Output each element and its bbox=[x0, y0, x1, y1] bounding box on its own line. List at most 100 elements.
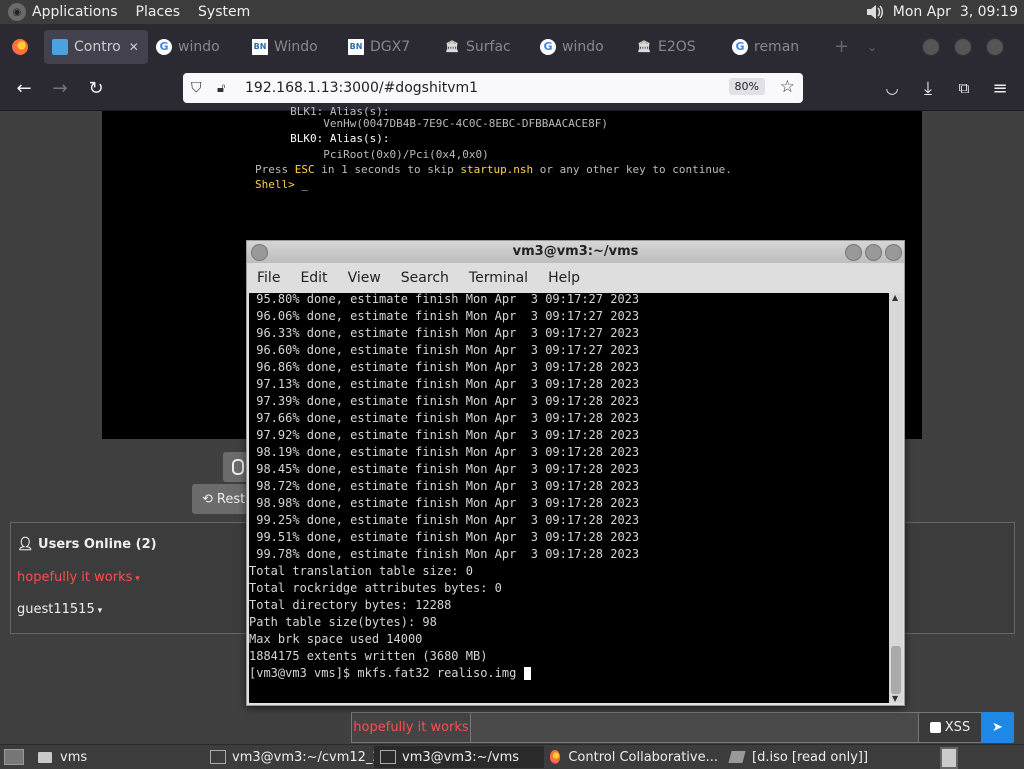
close-window-button[interactable] bbox=[986, 38, 1004, 56]
menu-places[interactable]: Places bbox=[136, 4, 181, 20]
terminal-line: 98.98% done, estimate finish Mon Apr 3 0… bbox=[249, 496, 640, 510]
task-terminal-vms[interactable]: vm3@vm3:~/vms bbox=[374, 746, 544, 768]
maximize-button[interactable] bbox=[865, 244, 882, 261]
menu-edit[interactable]: Edit bbox=[300, 270, 327, 286]
task-diso[interactable]: [d.iso [read only]] bbox=[724, 746, 936, 768]
vm-line: PciRoot(0x0)/Pci(0x4,0x0) bbox=[257, 148, 489, 161]
terminal-line: Max brk space used 14000 bbox=[249, 632, 423, 646]
terminal-line: 97.39% done, estimate finish Mon Apr 3 0… bbox=[249, 394, 640, 408]
pocket-icon[interactable]: ◡ bbox=[880, 76, 904, 100]
scrollbar-thumb[interactable] bbox=[891, 646, 901, 694]
tab-library-2[interactable]: 🏛 E2OS bbox=[628, 30, 724, 64]
back-icon[interactable]: ← bbox=[12, 76, 36, 100]
vm-press-line: Press ESC in 1 seconds to skip startup.n… bbox=[255, 163, 732, 176]
menu-search[interactable]: Search bbox=[401, 270, 449, 286]
minimize-button[interactable] bbox=[845, 244, 862, 261]
terminal-output[interactable]: 95.80% done, estimate finish Mon Apr 3 0… bbox=[249, 293, 889, 703]
distro-logo-icon[interactable]: ◉ bbox=[8, 3, 26, 21]
disk-icon bbox=[728, 751, 746, 763]
new-tab-icon[interactable]: + bbox=[834, 36, 849, 57]
reset-button[interactable]: ⟲ Rest bbox=[192, 484, 252, 514]
menu-file[interactable]: File bbox=[257, 270, 280, 286]
shield-icon[interactable]: ⛉ bbox=[191, 80, 209, 96]
tab-google-2[interactable]: G windo bbox=[532, 30, 628, 64]
hamburger-menu-icon[interactable]: ≡ bbox=[988, 76, 1012, 100]
terminal-line: Total directory bytes: 12288 bbox=[249, 598, 452, 612]
tab-label: DGX7 bbox=[370, 38, 411, 55]
google-icon: G bbox=[540, 38, 556, 55]
menu-terminal[interactable]: Terminal bbox=[469, 270, 528, 286]
send-button[interactable]: ➤ bbox=[981, 712, 1014, 743]
vm-startup: startup.nsh bbox=[460, 163, 534, 176]
task-firefox[interactable]: Control Collaborative... bbox=[544, 746, 724, 768]
tab-label: windo bbox=[562, 38, 604, 55]
tab-bn-1[interactable]: BN Windo bbox=[244, 30, 340, 64]
terminal-line: 96.06% done, estimate finish Mon Apr 3 0… bbox=[249, 309, 640, 323]
tab-bn-2[interactable]: BN DGX7 bbox=[340, 30, 436, 64]
window-menu-button[interactable] bbox=[251, 244, 268, 261]
menu-help[interactable]: Help bbox=[548, 270, 580, 286]
terminal-line: 96.33% done, estimate finish Mon Apr 3 0… bbox=[249, 326, 640, 340]
terminal-scrollbar[interactable]: ▲ ▼ bbox=[889, 293, 903, 703]
chat-message-input[interactable] bbox=[470, 712, 919, 743]
download-icon[interactable]: ⤓ bbox=[916, 76, 940, 100]
menu-applications[interactable]: Applications bbox=[32, 4, 118, 20]
user-name: guest11515 bbox=[17, 602, 95, 617]
chevron-down-icon[interactable]: ⌄ bbox=[867, 40, 877, 54]
user-item[interactable]: hopefully it works ▾ bbox=[17, 570, 140, 585]
minimize-button[interactable] bbox=[922, 38, 940, 56]
users-online-panel: 👤︎ Users Online (2) hopefully it works ▾… bbox=[10, 522, 247, 634]
vm-text: or any other key to continue. bbox=[533, 163, 732, 176]
tab-label: windo bbox=[178, 38, 220, 55]
firefox-icon bbox=[550, 750, 561, 764]
url-text[interactable]: 192.168.1.13:3000/#dogshitvm1 bbox=[245, 80, 478, 96]
scroll-down-icon[interactable]: ▼ bbox=[892, 694, 898, 703]
menu-system[interactable]: System bbox=[198, 4, 250, 20]
tab-strip: Contro ✕ G windo BN Windo BN DGX7 🏛 Surf… bbox=[0, 25, 1024, 68]
tab-label: Windo bbox=[274, 38, 318, 55]
maximize-button[interactable] bbox=[954, 38, 972, 56]
bn-icon: BN bbox=[252, 38, 268, 55]
tab-google-3[interactable]: G reman bbox=[724, 30, 820, 64]
tab-google-1[interactable]: G windo bbox=[148, 30, 244, 64]
clock[interactable]: Mon Apr 3, 09:19 bbox=[893, 4, 1018, 20]
terminal-line: 98.45% done, estimate finish Mon Apr 3 0… bbox=[249, 462, 640, 476]
reset-label: Rest bbox=[216, 491, 246, 507]
forward-icon[interactable]: → bbox=[48, 76, 72, 100]
speaker-icon[interactable] bbox=[865, 4, 885, 20]
checkbox[interactable] bbox=[929, 722, 941, 733]
task-vms[interactable]: vms bbox=[32, 746, 204, 768]
chat-username-button[interactable]: hopefully it works bbox=[351, 712, 471, 743]
task-label: vm3@vm3:~/vms bbox=[402, 749, 520, 765]
menu-view[interactable]: View bbox=[348, 270, 381, 286]
show-desktop-icon[interactable] bbox=[4, 749, 24, 765]
close-icon[interactable]: ✕ bbox=[129, 40, 139, 54]
tab-library-1[interactable]: 🏛 Surfac bbox=[436, 30, 532, 64]
terminal-titlebar[interactable]: vm3@vm3:~/vms bbox=[247, 241, 904, 263]
clipboard-icon[interactable] bbox=[940, 747, 958, 769]
xss-toggle[interactable]: XSS bbox=[918, 712, 982, 743]
tab-control[interactable]: Contro ✕ bbox=[44, 29, 148, 64]
terminal-prompt: [vm3@vm3 vms]$ mkfs.fat32 realiso.img bbox=[249, 666, 524, 680]
terminal-line: 98.19% done, estimate finish Mon Apr 3 0… bbox=[249, 445, 640, 459]
firefox-icon[interactable] bbox=[12, 38, 28, 55]
scroll-up-icon[interactable]: ▲ bbox=[892, 293, 898, 302]
terminal-icon bbox=[380, 750, 396, 764]
url-bar[interactable]: ⛉ 🔓︎ 192.168.1.13:3000/#dogshitvm1 80% ☆ bbox=[183, 73, 803, 103]
task-terminal-cvm12[interactable]: vm3@vm3:~/cvm12_2 bbox=[204, 746, 374, 768]
paper-plane-icon: ➤ bbox=[992, 720, 1003, 735]
terminal-prompt-line[interactable]: [vm3@vm3 vms]$ mkfs.fat32 realiso.img bbox=[249, 665, 531, 682]
bookmark-star-icon[interactable]: ☆ bbox=[780, 77, 795, 97]
library-icon: 🏛 bbox=[637, 40, 651, 53]
tab-label: Surfac bbox=[466, 38, 511, 55]
terminal-line: Total translation table size: 0 bbox=[249, 564, 473, 578]
insecure-lock-icon[interactable]: 🔓︎ bbox=[217, 81, 235, 96]
terminal-line: Total rockridge attributes bytes: 0 bbox=[249, 581, 502, 595]
reload-icon[interactable]: ↻ bbox=[84, 76, 108, 100]
user-item[interactable]: guest11515 ▾ bbox=[17, 602, 102, 617]
terminal-line: 99.51% done, estimate finish Mon Apr 3 0… bbox=[249, 530, 640, 544]
zoom-badge[interactable]: 80% bbox=[728, 78, 765, 95]
terminal-window[interactable]: vm3@vm3:~/vms File Edit View Search Term… bbox=[246, 240, 905, 706]
extensions-icon[interactable]: ⧉ bbox=[952, 76, 976, 100]
close-window-button[interactable] bbox=[885, 244, 902, 261]
